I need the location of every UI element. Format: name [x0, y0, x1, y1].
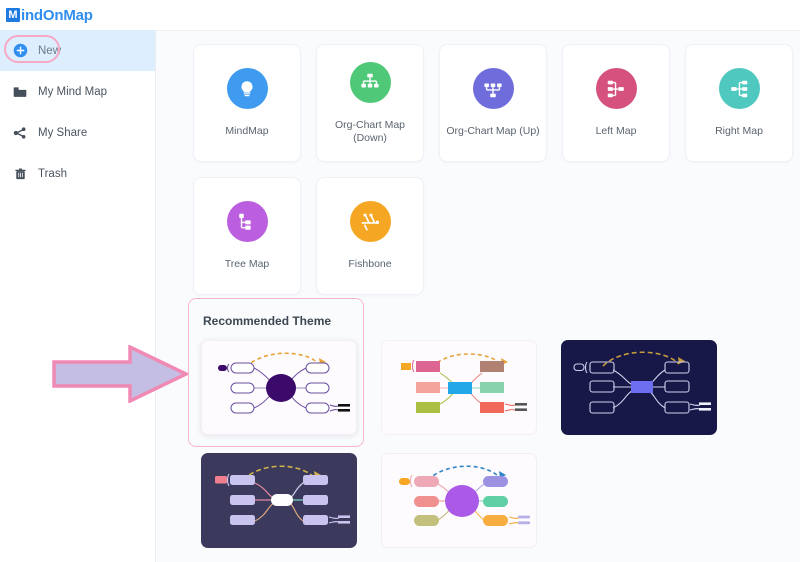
right-map-icon [718, 68, 760, 110]
template-card-label: Fishbone [348, 258, 392, 271]
template-card-label: Org-Chart Map (Up) [446, 125, 540, 138]
folder-icon [10, 82, 30, 102]
sidebar-item-label: New [38, 44, 62, 57]
theme-card-slate-dark[interactable] [201, 453, 357, 548]
template-card-left-map[interactable]: Left Map [562, 44, 670, 162]
template-card-org-chart-down[interactable]: Org-Chart Map (Down) [316, 44, 424, 162]
sidebar-item-my-share[interactable]: My Share [0, 112, 155, 153]
theme-card-navy-dark[interactable] [561, 340, 717, 435]
recommended-theme-title: Recommended Theme [203, 314, 332, 328]
share-icon [10, 123, 30, 143]
sidebar-item-my-mind-map[interactable]: My Mind Map [0, 71, 155, 112]
tree-map-icon [226, 201, 268, 243]
left-map-icon [595, 68, 637, 110]
template-card-label: Right Map [715, 125, 763, 138]
lightbulb-icon [226, 68, 268, 110]
theme-card-colorful-light[interactable] [381, 340, 537, 435]
template-card-label: Org-Chart Map (Down) [334, 118, 406, 144]
sidebar: New My Mind Map My Share Trash [0, 30, 156, 562]
theme-grid [201, 340, 781, 548]
app-logo[interactable]: M indOnMap [0, 0, 156, 30]
org-chart-up-icon [472, 68, 514, 110]
template-card-org-chart-up[interactable]: Org-Chart Map (Up) [439, 44, 547, 162]
trash-icon [10, 164, 30, 184]
template-card-label: Left Map [595, 125, 637, 138]
template-grid: MindMap Org-Chart Map (Down) Org-Chart M… [193, 44, 793, 295]
sidebar-item-label: My Mind Map [38, 85, 108, 98]
sidebar-item-label: My Share [38, 126, 88, 139]
org-chart-down-icon [349, 61, 391, 103]
template-card-fishbone[interactable]: Fishbone [316, 177, 424, 295]
main-content: MindMap Org-Chart Map (Down) Org-Chart M… [156, 30, 800, 562]
theme-card-purple-light[interactable] [381, 453, 537, 548]
template-card-tree-map[interactable]: Tree Map [193, 177, 301, 295]
template-card-mindmap[interactable]: MindMap [193, 44, 301, 162]
sidebar-item-trash[interactable]: Trash [0, 153, 155, 194]
logo-mark-icon: M [6, 8, 20, 22]
logo-text: indOnMap [21, 6, 93, 24]
template-card-label: Tree Map [224, 258, 270, 271]
app-root: M indOnMap New My Mind Map My Share Tras… [0, 0, 800, 562]
fishbone-icon [349, 201, 391, 243]
theme-card-violet-light[interactable] [201, 340, 357, 435]
plus-circle-icon [10, 41, 30, 61]
sidebar-item-new[interactable]: New [0, 30, 155, 71]
sidebar-item-label: Trash [38, 167, 67, 180]
template-card-label: MindMap [225, 125, 269, 138]
template-card-right-map[interactable]: Right Map [685, 44, 793, 162]
